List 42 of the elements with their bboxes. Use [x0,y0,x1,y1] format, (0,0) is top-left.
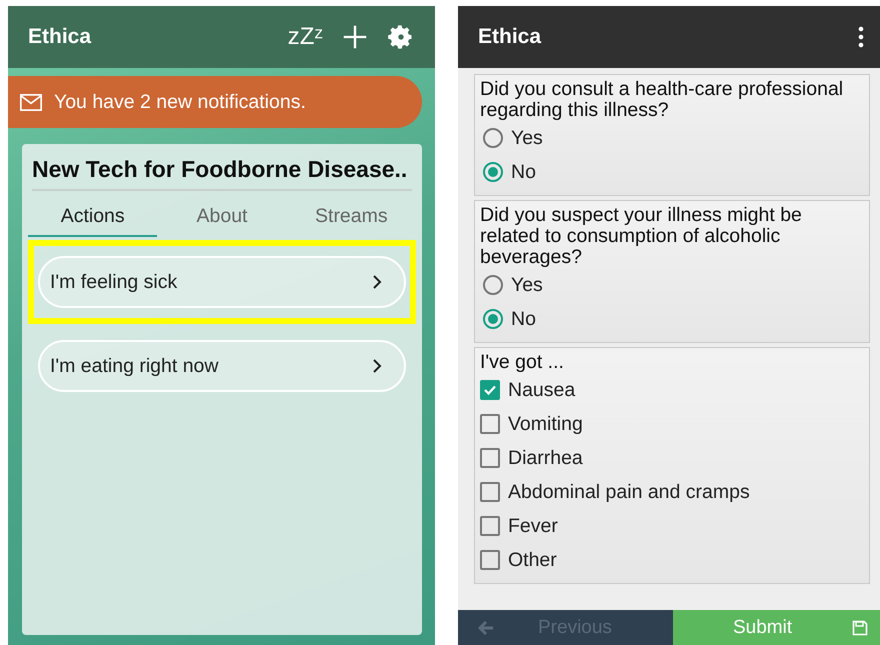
question-text: I've got ... [480,352,565,373]
checkbox[interactable] [480,550,500,570]
radio-button[interactable] [483,128,503,148]
snooze-button[interactable]: zZᶻ [288,23,323,51]
arrow-left-icon [478,620,494,636]
checkbox[interactable] [480,448,500,468]
tab[interactable]: Streams [286,197,416,237]
action-button[interactable]: I'm feeling sick [38,256,406,308]
plus-icon[interactable] [341,23,369,51]
option-label: No [511,160,536,184]
action-button[interactable]: I'm eating right now [38,340,406,392]
option-label: Vomiting [508,412,583,436]
app-title: Ethica [28,25,92,49]
option-label: Fever [508,514,558,538]
checkbox[interactable] [480,482,500,502]
tab[interactable]: About [157,197,287,237]
option-label: Other [508,548,557,572]
option-label: No [511,308,536,330]
app-title: Ethica [478,25,542,49]
save-icon [852,620,868,636]
radio-button[interactable] [483,162,503,182]
chevron-right-icon [372,274,382,290]
notification-banner[interactable]: You have 2 new notifications. [8,76,422,128]
option-label: Abdominal pain and cramps [508,480,750,504]
checkbox[interactable] [480,380,500,400]
option-label: Diarrhea [508,446,583,470]
option-label: Nausea [508,378,576,402]
checkbox[interactable] [480,414,500,434]
option-label: Yes [511,274,543,296]
chevron-right-icon [372,358,382,374]
question-text: Did you consult a health-care professional regarding this illness? [480,79,844,121]
notification-text: You have 2 new notifications. [54,90,306,114]
study-title: New Tech for Foodborne Disease.. [32,156,412,191]
more-menu-icon[interactable] [858,26,864,48]
checkbox[interactable] [480,516,500,536]
question-text: Did you suspect your illness might be related to consumption of alcoholic beverages? [480,205,803,268]
option-label: Yes [511,126,543,150]
radio-button[interactable] [483,275,503,295]
tab[interactable]: Actions [28,197,158,237]
radio-button[interactable] [483,309,503,329]
envelope-icon [20,94,42,110]
submit-button[interactable]: Submit [673,610,880,645]
